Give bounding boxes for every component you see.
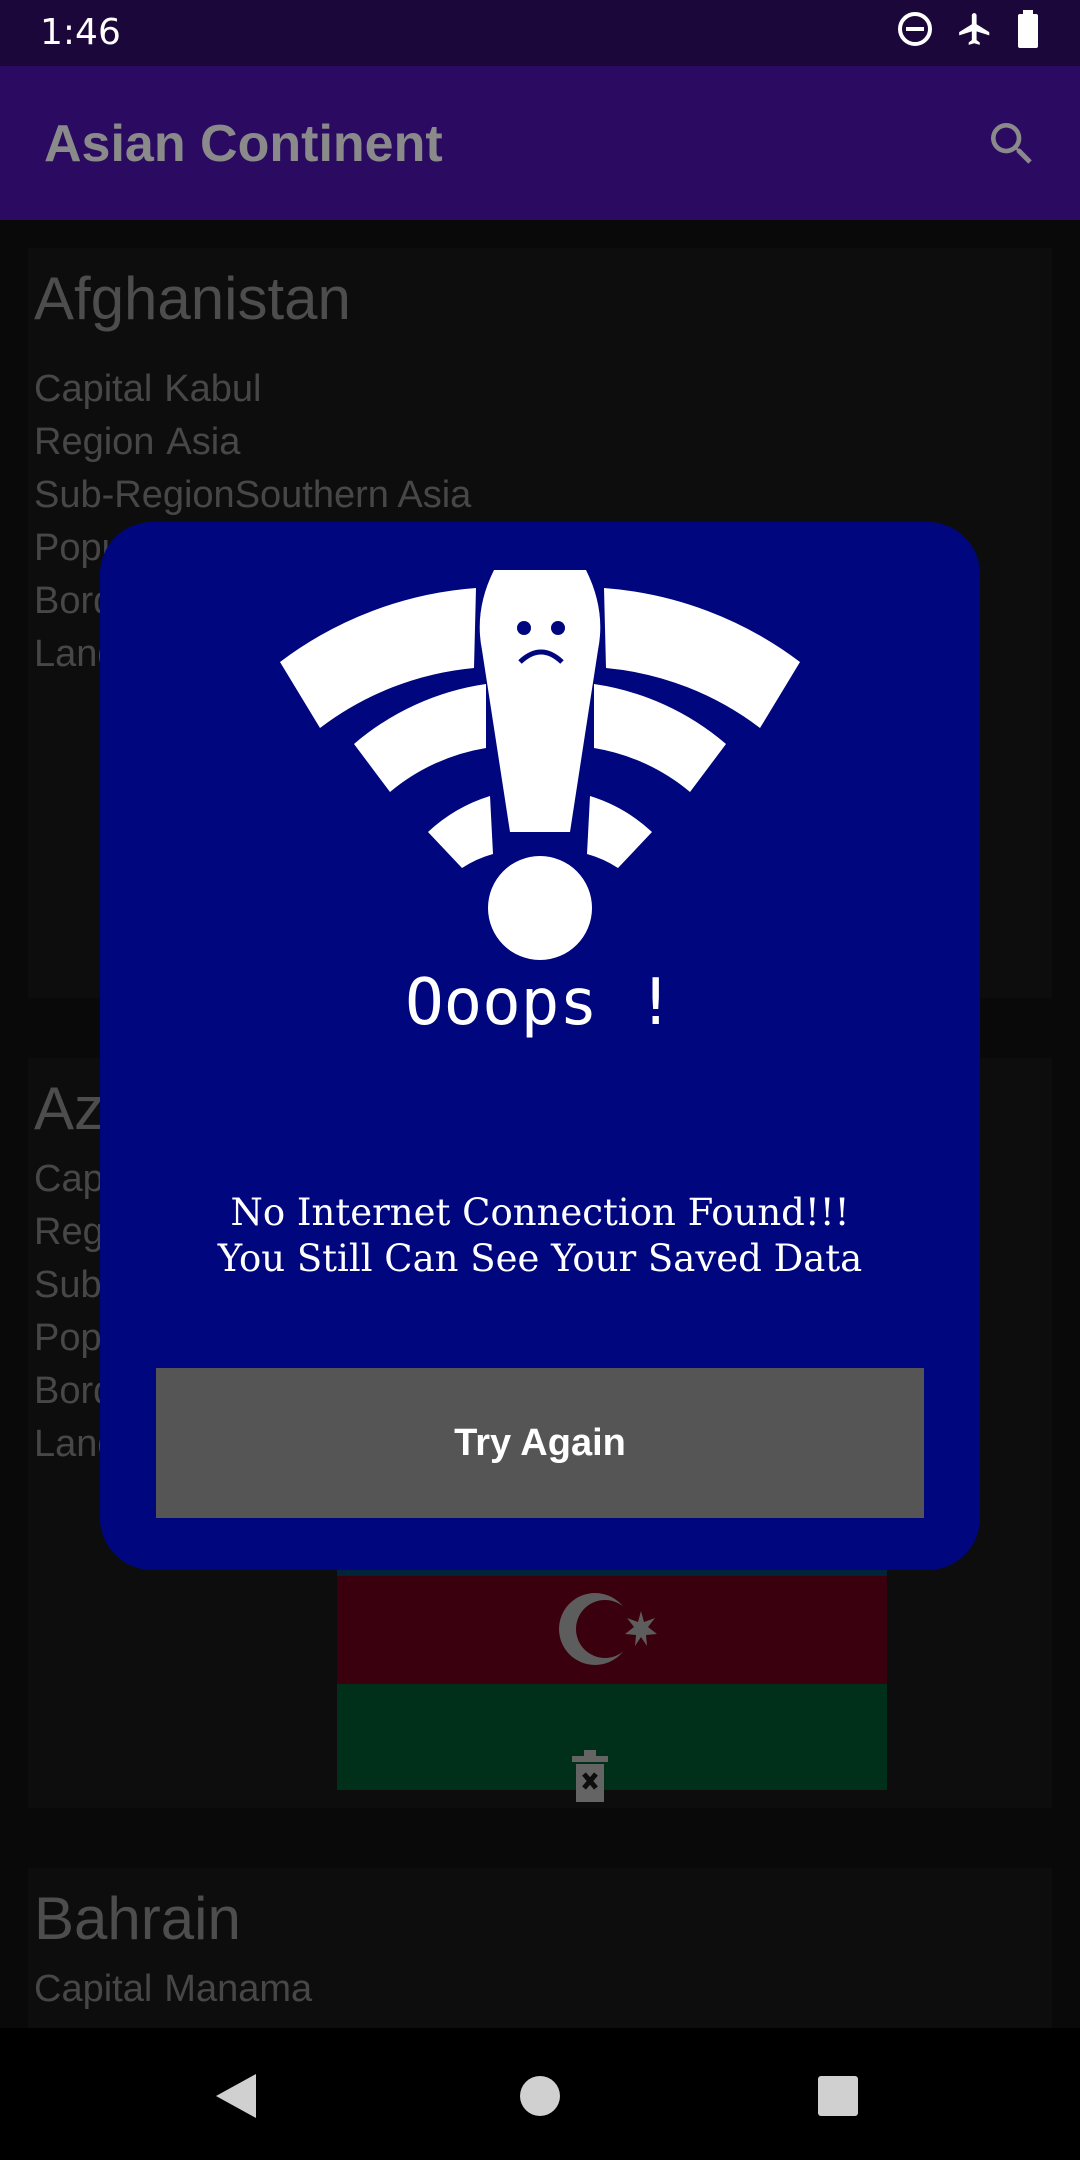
search-button[interactable]	[984, 116, 1040, 177]
dialog-message-line2: You Still Can See Your Saved Data	[217, 1237, 863, 1280]
app-bar: Asian Continent	[0, 66, 1080, 220]
do-not-disturb-icon	[898, 12, 932, 46]
back-icon	[216, 2074, 256, 2118]
recents-button[interactable]	[816, 2070, 860, 2127]
home-button[interactable]	[518, 2070, 562, 2127]
airplane-mode-icon	[959, 13, 990, 45]
status-icons	[896, 10, 1040, 48]
navigation-bar	[0, 2028, 1080, 2160]
dialog-message-line1: No Internet Connection Found!!!	[230, 1191, 850, 1234]
status-bar: 1:46	[0, 0, 1080, 66]
no-wifi-sad-exclamation-icon	[280, 570, 800, 960]
dialog-message: No Internet Connection Found!!! You Stil…	[100, 1190, 980, 1282]
search-icon	[991, 123, 1032, 164]
back-button[interactable]	[212, 2070, 260, 2127]
no-internet-dialog: Ooops ! No Internet Connection Found!!! …	[100, 522, 980, 1570]
recents-icon	[818, 2076, 858, 2116]
status-time: 1:46	[40, 12, 121, 53]
battery-icon	[1018, 10, 1038, 48]
home-icon	[520, 2076, 560, 2116]
app-title: Asian Continent	[44, 115, 443, 173]
try-again-button[interactable]: Try Again	[156, 1368, 924, 1518]
dialog-title: Ooops !	[405, 966, 675, 1040]
